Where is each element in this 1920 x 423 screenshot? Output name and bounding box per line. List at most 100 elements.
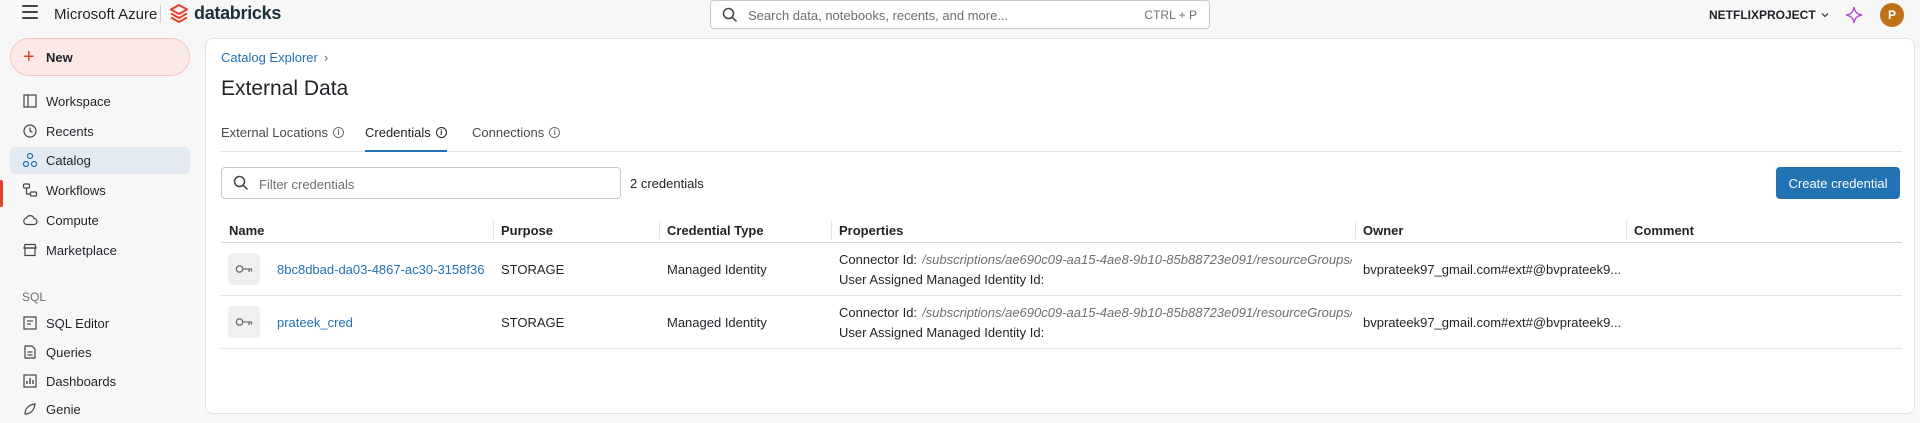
column-header-properties[interactable]: Properties — [839, 223, 903, 238]
page-title: External Data — [221, 77, 349, 100]
databricks-logo-icon — [170, 3, 188, 23]
sidebar-item-label: Genie — [46, 402, 81, 417]
plus-icon: + — [23, 46, 35, 68]
global-search-input[interactable]: Search data, notebooks, recents, and mor… — [710, 0, 1210, 29]
create-credential-button[interactable]: Create credential — [1776, 167, 1900, 199]
sidebar-item-label: Queries — [46, 345, 92, 360]
tab-external-locations[interactable]: External Locations i — [221, 125, 344, 152]
workspace-icon — [23, 94, 37, 108]
sidebar-item-label: Marketplace — [46, 243, 117, 258]
column-divider[interactable] — [1626, 221, 1627, 239]
managed-identity-label: User Assigned Managed Identity Id: — [839, 272, 1045, 287]
sidebar-item-queries[interactable]: Queries — [10, 339, 190, 366]
breadcrumb-catalog-explorer[interactable]: Catalog Explorer — [221, 50, 318, 65]
divider — [160, 5, 161, 23]
credential-type-cell: Managed Identity — [667, 262, 767, 277]
new-button-label: New — [46, 50, 73, 65]
active-indicator — [0, 180, 3, 207]
connector-id-value: /subscriptions/ae690c09-aa15-4ae8-9b10-8… — [922, 305, 1352, 320]
search-shortcut: CTRL + P — [1144, 8, 1197, 22]
sidebar-item-dashboards[interactable]: Dashboards — [10, 368, 190, 395]
chevron-right-icon: › — [323, 50, 329, 65]
sidebar-item-label: Workspace — [46, 94, 111, 109]
column-divider[interactable] — [831, 221, 832, 239]
workspace-name: NETFLIXPROJECT — [1709, 8, 1816, 22]
connector-id-value: /subscriptions/ae690c09-aa15-4ae8-9b10-8… — [922, 252, 1352, 267]
new-button[interactable]: + New — [10, 38, 190, 76]
key-icon — [228, 306, 260, 338]
purpose-cell: STORAGE — [501, 262, 565, 277]
clock-icon — [23, 124, 37, 138]
sidebar-item-compute[interactable]: Compute — [10, 207, 190, 234]
databricks-logo[interactable]: databricks — [170, 3, 281, 24]
sql-editor-icon — [23, 316, 37, 330]
sidebar-item-recents[interactable]: Recents — [10, 118, 190, 145]
column-header-name[interactable]: Name — [229, 223, 264, 238]
managed-identity-label: User Assigned Managed Identity Id: — [839, 325, 1045, 340]
top-bar: Microsoft Azure databricks Search data, … — [0, 0, 1920, 30]
sidebar-item-label: Workflows — [46, 183, 106, 198]
table-row[interactable]: prateek_cred STORAGE Managed Identity Co… — [221, 296, 1902, 349]
column-header-comment[interactable]: Comment — [1634, 223, 1694, 238]
column-divider[interactable] — [659, 221, 660, 239]
search-icon — [722, 7, 738, 23]
credentials-count: 2 credentials — [630, 176, 704, 191]
credential-name-link[interactable]: prateek_cred — [277, 315, 489, 330]
main-panel: Catalog Explorer › External Data Externa… — [205, 38, 1915, 414]
purpose-cell: STORAGE — [501, 315, 565, 330]
tab-connections[interactable]: Connections i — [472, 125, 561, 152]
sidebar-item-catalog[interactable]: Catalog — [10, 147, 190, 174]
genie-icon — [24, 403, 36, 415]
info-icon[interactable]: i — [549, 127, 561, 138]
tab-credentials[interactable]: Credentials i — [365, 125, 447, 152]
catalog-icon — [22, 152, 38, 168]
column-divider[interactable] — [493, 221, 494, 239]
sidebar-item-label: SQL Editor — [46, 316, 110, 331]
tab-label: Credentials — [365, 125, 431, 140]
credential-name-link[interactable]: 8bc8dbad-da03-4867-ac30-3158f36 — [277, 262, 489, 277]
owner-cell: bvprateek97_gmail.com#ext#@bvprateek9... — [1363, 262, 1621, 277]
sql-section-label: SQL — [22, 290, 47, 304]
owner-cell: bvprateek97_gmail.com#ext#@bvprateek9... — [1363, 315, 1621, 330]
sidebar-item-label: Recents — [46, 124, 94, 139]
sidebar-item-label: Dashboards — [46, 374, 117, 389]
sidebar-item-sql-editor[interactable]: SQL Editor — [10, 310, 190, 337]
sidebar-item-workspace[interactable]: Workspace — [10, 88, 190, 115]
column-header-credential-type[interactable]: Credential Type — [667, 223, 764, 238]
column-header-owner[interactable]: Owner — [1363, 223, 1403, 238]
avatar[interactable]: P — [1880, 3, 1904, 27]
menu-icon[interactable] — [22, 5, 38, 19]
connector-id-label: Connector Id: — [839, 252, 918, 267]
info-icon[interactable]: i — [435, 127, 447, 138]
dashboards-icon — [23, 374, 37, 388]
connector-id-label: Connector Id: — [839, 305, 918, 320]
search-icon — [233, 175, 249, 191]
cloud-icon — [23, 215, 38, 226]
column-header-purpose[interactable]: Purpose — [501, 223, 553, 238]
credentials-table: Name Purpose Credential Type Properties … — [221, 219, 1902, 349]
info-icon[interactable]: i — [332, 127, 344, 138]
assistant-sparkle-icon[interactable] — [1845, 6, 1863, 24]
sidebar-item-genie[interactable]: Genie — [10, 396, 190, 423]
column-divider[interactable] — [1355, 221, 1356, 239]
app-name: Microsoft Azure — [54, 6, 158, 23]
queries-icon — [24, 345, 36, 359]
workflows-icon — [22, 183, 38, 197]
brand-name: databricks — [194, 3, 282, 23]
tab-label: External Locations — [221, 125, 328, 140]
search-placeholder: Search data, notebooks, recents, and mor… — [748, 8, 1009, 23]
table-row[interactable]: 8bc8dbad-da03-4867-ac30-3158f36 STORAGE … — [221, 243, 1902, 296]
chevron-down-icon — [1821, 13, 1829, 18]
marketplace-icon — [23, 243, 37, 257]
filter-placeholder: Filter credentials — [259, 177, 355, 192]
workspace-switcher[interactable]: NETFLIXPROJECT — [1709, 8, 1830, 22]
tab-bar: External Locations i Credentials i Conne… — [221, 125, 1902, 152]
breadcrumb: Catalog Explorer › — [221, 50, 328, 65]
sidebar: + New Workspace Recents Catalog Workflow… — [0, 30, 200, 417]
sidebar-item-label: Compute — [46, 213, 99, 228]
key-icon — [228, 253, 260, 285]
filter-credentials-input[interactable]: Filter credentials — [221, 167, 621, 199]
tab-label: Connections — [472, 125, 545, 140]
sidebar-item-marketplace[interactable]: Marketplace — [10, 237, 190, 264]
sidebar-item-workflows[interactable]: Workflows — [10, 177, 190, 204]
